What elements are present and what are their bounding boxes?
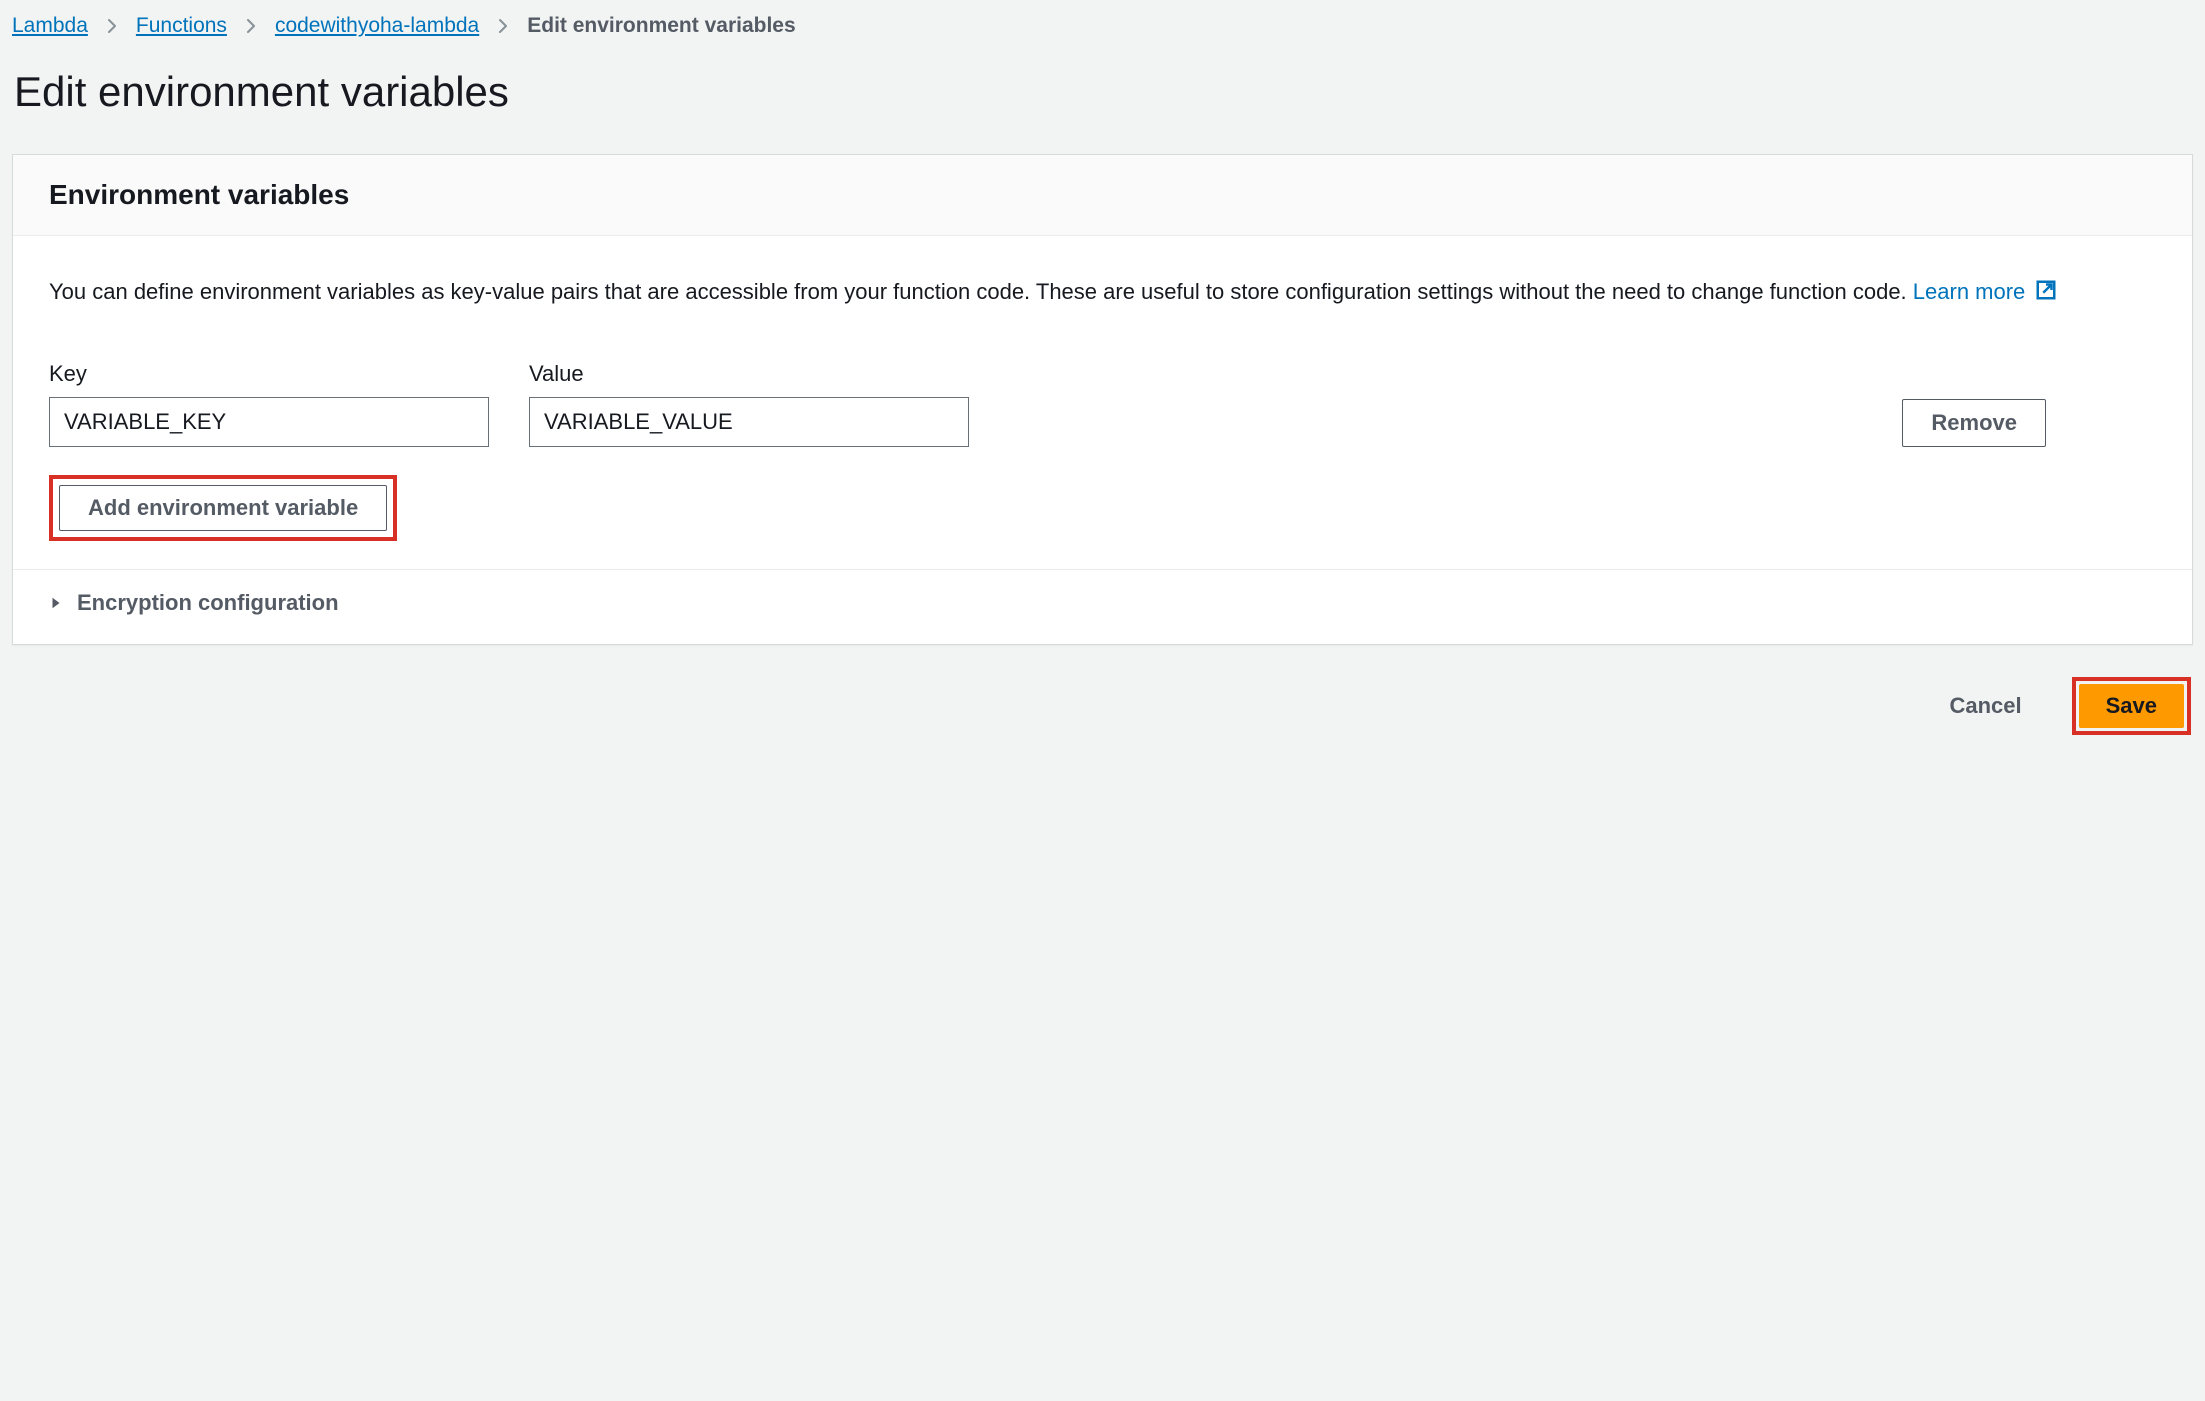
card-body: You can define environment variables as … — [13, 236, 2192, 569]
encryption-title: Encryption configuration — [77, 590, 339, 616]
chevron-right-icon — [495, 18, 511, 34]
value-label: Value — [529, 361, 969, 387]
breadcrumb-lambda[interactable]: Lambda — [12, 14, 88, 38]
key-label: Key — [49, 361, 489, 387]
value-column: Value — [529, 361, 969, 447]
save-button[interactable]: Save — [2079, 684, 2184, 728]
breadcrumb: Lambda Functions codewithyoha-lambda Edi… — [12, 12, 2193, 46]
breadcrumb-current: Edit environment variables — [527, 14, 795, 38]
breadcrumb-functions[interactable]: Functions — [136, 14, 227, 38]
env-var-row: Key Value Remove — [49, 361, 2156, 447]
highlight-save-button: Save — [2072, 677, 2191, 735]
add-env-var-button[interactable]: Add environment variable — [59, 485, 387, 531]
card-header-title: Environment variables — [49, 179, 2156, 211]
add-row: Add environment variable — [49, 475, 2156, 541]
key-input[interactable] — [49, 397, 489, 447]
caret-right-icon — [49, 590, 63, 616]
learn-more-text: Learn more — [1913, 279, 2026, 304]
page-title: Edit environment variables — [14, 68, 2193, 116]
key-column: Key — [49, 361, 489, 447]
card-description: You can define environment variables as … — [49, 274, 2156, 311]
chevron-right-icon — [243, 18, 259, 34]
encryption-toggle[interactable]: Encryption configuration — [49, 590, 2156, 616]
description-text: You can define environment variables as … — [49, 279, 1913, 304]
footer-actions: Cancel Save — [12, 677, 2193, 735]
value-input[interactable] — [529, 397, 969, 447]
encryption-section: Encryption configuration — [13, 569, 2192, 644]
highlight-add-button: Add environment variable — [49, 475, 397, 541]
env-vars-card: Environment variables You can define env… — [12, 154, 2193, 645]
chevron-right-icon — [104, 18, 120, 34]
card-header: Environment variables — [13, 155, 2192, 236]
breadcrumb-function-name[interactable]: codewithyoha-lambda — [275, 14, 479, 38]
remove-button[interactable]: Remove — [1902, 399, 2046, 447]
cancel-button[interactable]: Cancel — [1921, 682, 2049, 730]
external-link-icon — [2035, 276, 2057, 311]
learn-more-link[interactable]: Learn more — [1913, 279, 2058, 304]
